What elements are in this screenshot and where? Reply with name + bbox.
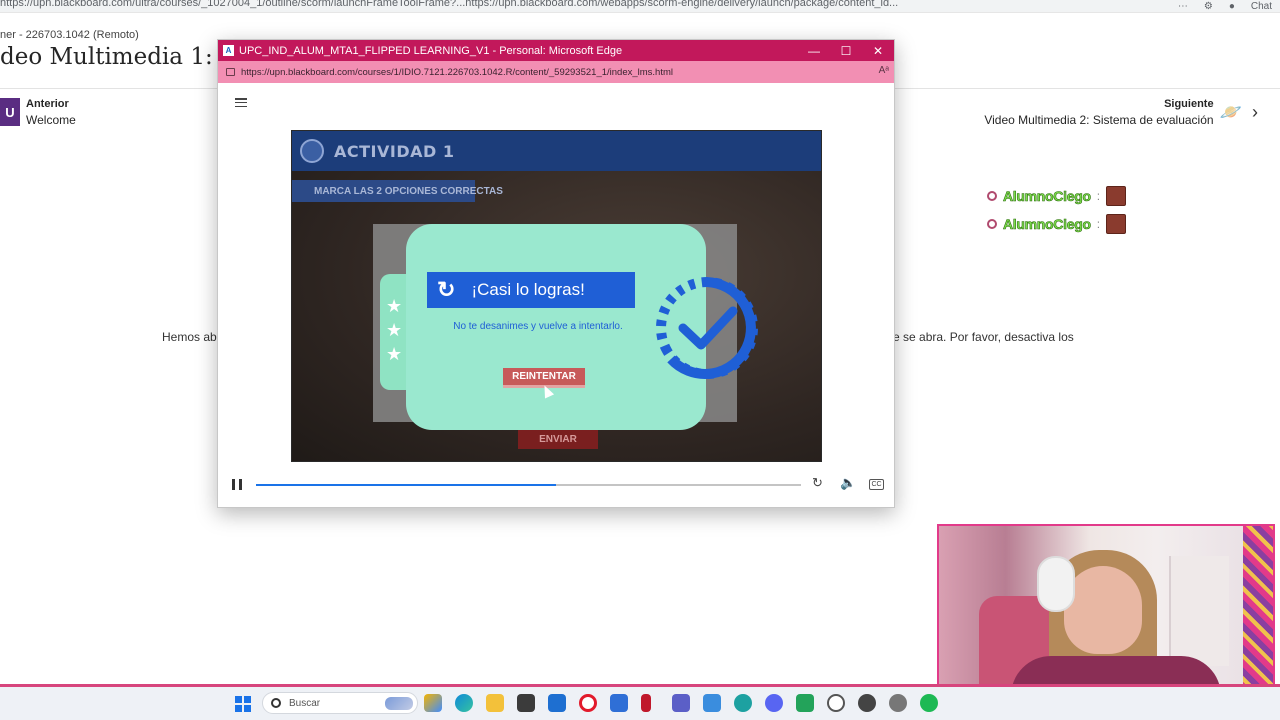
previous-label: Anterior [26, 97, 69, 110]
file-explorer-icon[interactable] [486, 694, 504, 712]
windows-start-icon[interactable] [235, 696, 251, 712]
lock-icon [226, 68, 235, 76]
background-url[interactable]: https://upn.blackboard.com/ultra/courses… [0, 0, 1060, 9]
webcam-face [1064, 566, 1142, 654]
result-title: ¡Casi lo logras! [471, 280, 585, 299]
activity-header: ACTIVIDAD 1 [292, 131, 821, 171]
emote-icon [1106, 186, 1127, 206]
popup-titlebar[interactable]: A UPC_IND_ALUM_MTA1_FLIPPED LEARNING_V1 … [218, 40, 894, 61]
activity-stage: ACTIVIDAD 1 MARCA LAS 2 OPCIONES CORRECT… [291, 130, 822, 462]
send-button[interactable]: ENVIAR [518, 429, 598, 449]
menu-icon[interactable] [235, 98, 247, 107]
windows-taskbar [0, 687, 1280, 720]
profile-icon[interactable]: ● [1229, 0, 1235, 13]
search-placeholder: Buscar [289, 697, 321, 709]
captions-icon[interactable]: CC [869, 479, 884, 490]
previous-name: Welcome [26, 112, 76, 127]
player-controls: ↻ 🔈 CC [218, 475, 894, 495]
store-icon[interactable] [517, 694, 535, 712]
taskbar-search[interactable]: Buscar [262, 692, 418, 714]
decorative-frame [1243, 526, 1273, 686]
chevron-right-icon[interactable]: › [1252, 102, 1258, 123]
progress-bar[interactable] [256, 484, 801, 486]
close-button[interactable]: ✕ [862, 40, 894, 61]
scorm-popup-window: A UPC_IND_ALUM_MTA1_FLIPPED LEARNING_V1 … [217, 39, 895, 508]
chat-message: AlumnoCiego : [987, 212, 1127, 236]
chat-username: AlumnoCiego [1003, 188, 1092, 205]
next-name: Video Multimedia 2: Sistema de evaluació… [984, 112, 1214, 127]
instruction-banner: MARCA LAS 2 OPCIONES CORRECTAS [292, 180, 503, 202]
emote-icon [1106, 214, 1127, 234]
result-banner: ↻ ¡Casi lo logras! [427, 272, 635, 308]
more-icon[interactable]: ⋯ [1178, 0, 1188, 13]
capcut-icon[interactable] [703, 694, 721, 712]
replay-icon[interactable]: ↻ [812, 475, 823, 491]
checkmark-badge-icon [656, 277, 758, 379]
progress-fill [256, 484, 556, 486]
outlook-icon[interactable] [548, 694, 566, 712]
next-content-link[interactable]: Siguiente Video Multimedia 2: Sistema de… [984, 95, 1258, 129]
popup-message-right: e se abra. Por favor, desactiva los [893, 330, 1074, 344]
notepad-icon[interactable] [610, 694, 628, 712]
maximize-button[interactable]: ☐ [830, 40, 862, 61]
background-browser-bar: https://upn.blackboard.com/ultra/courses… [0, 0, 1280, 13]
popup-title: UPC_IND_ALUM_MTA1_FLIPPED LEARNING_V1 - … [239, 44, 623, 57]
webcam-shelf [1169, 556, 1229, 666]
webcam-overlay [937, 524, 1275, 688]
clock-icon[interactable] [827, 694, 845, 712]
steam-icon[interactable] [858, 694, 876, 712]
edge-favicon-icon: A [223, 45, 234, 56]
result-subtitle: No te desanimes y vuelve a intentarlo. [453, 321, 623, 332]
edge-icon[interactable] [455, 694, 473, 712]
retry-arrow-icon: ↻ [437, 277, 456, 302]
volume-icon[interactable]: 🔈 [840, 475, 856, 491]
course-label: ner - 226703.1042 (Remoto) [0, 29, 139, 41]
opera-icon[interactable] [579, 694, 597, 712]
badge-icon [987, 191, 997, 201]
browser-toolbar-icons: ⋯ ⚙ ● Chat [1178, 0, 1280, 13]
pdf-icon[interactable] [641, 694, 651, 712]
minimize-button[interactable]: — [798, 40, 830, 61]
popup-message-left: Hemos abi [162, 330, 220, 344]
chat-username: AlumnoCiego [1003, 216, 1092, 233]
previous-content-link[interactable]: U Anterior Welcome [0, 95, 76, 129]
star-icon: ★ [386, 344, 403, 364]
headset-icon [1037, 556, 1075, 612]
settings-icon[interactable]: ⚙ [1204, 0, 1213, 13]
obs-icon[interactable] [796, 694, 814, 712]
chat-separator: : [1096, 217, 1101, 231]
star-icon: ★ [386, 296, 403, 316]
badge-icon [987, 219, 997, 229]
stream-chat-overlay: AlumnoCiego : AlumnoCiego : [987, 184, 1127, 240]
spotify-icon[interactable] [920, 694, 938, 712]
popup-url[interactable]: https://upn.blackboard.com/courses/1/IDI… [241, 67, 673, 78]
activity-logo-icon [300, 139, 324, 163]
read-aloud-icon[interactable]: Aᵃ [879, 65, 889, 76]
planet-icon: 🪐 [1219, 101, 1242, 122]
chat-button[interactable]: Chat [1251, 0, 1272, 13]
discord-icon[interactable] [765, 694, 783, 712]
teams-icon[interactable] [672, 694, 690, 712]
creative-cloud-icon[interactable] [734, 694, 752, 712]
settings-icon[interactable] [889, 694, 907, 712]
course-logo-icon: U [0, 98, 20, 126]
copilot-icon[interactable] [424, 694, 442, 712]
chat-separator: : [1096, 189, 1101, 203]
instruction-text: MARCA LAS 2 OPCIONES CORRECTAS [314, 185, 503, 197]
popup-address-bar[interactable]: https://upn.blackboard.com/courses/1/IDI… [218, 61, 894, 83]
activity-title: ACTIVIDAD 1 [334, 141, 455, 161]
search-icon [271, 698, 281, 708]
chat-message: AlumnoCiego : [987, 184, 1127, 208]
next-label: Siguiente [1164, 97, 1214, 110]
popup-content: ACTIVIDAD 1 MARCA LAS 2 OPCIONES CORRECT… [218, 83, 894, 507]
search-highlight-icon [385, 697, 413, 710]
pause-icon[interactable] [232, 479, 242, 490]
star-icon: ★ [386, 320, 403, 340]
